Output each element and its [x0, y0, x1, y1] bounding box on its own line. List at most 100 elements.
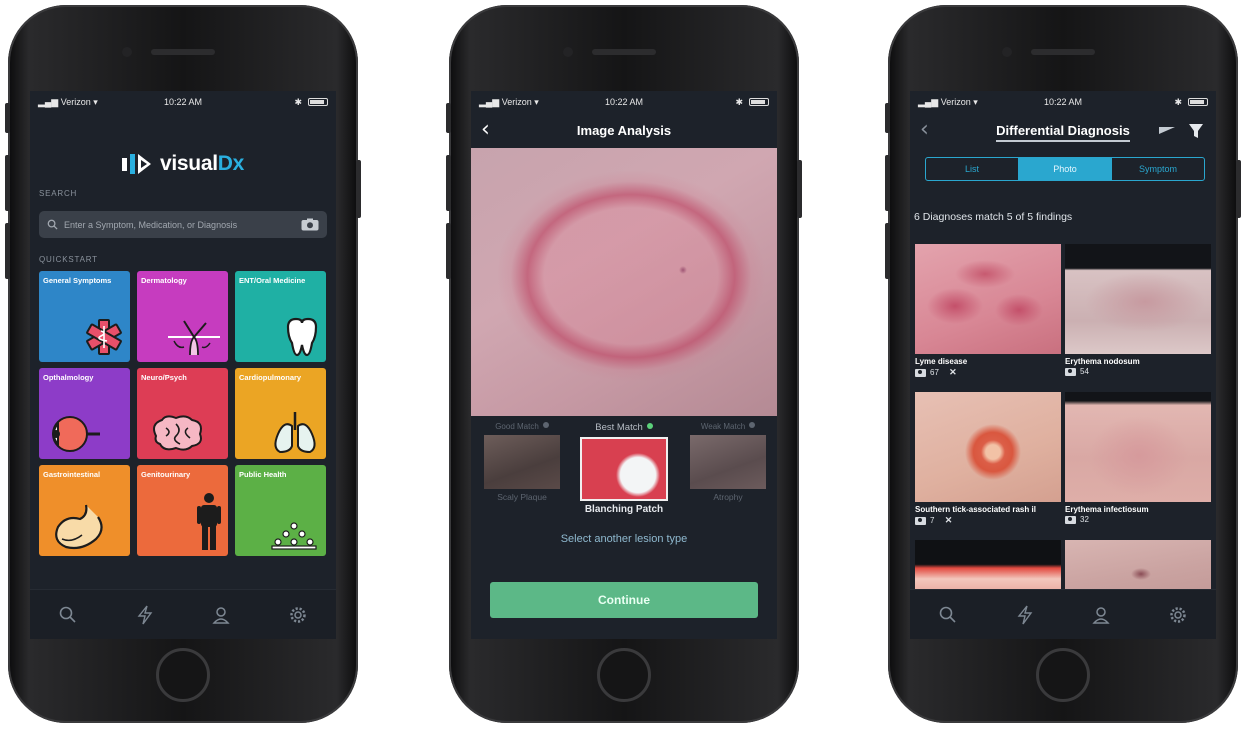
volume-up-button — [885, 155, 890, 211]
tile-public-health[interactable]: Public Health — [235, 465, 326, 556]
continue-button[interactable]: Continue — [490, 582, 758, 618]
mute-switch — [446, 103, 451, 133]
segment-list[interactable]: List — [926, 158, 1019, 180]
tile-ent-oral-medicine[interactable]: ENT/Oral Medicine — [235, 271, 326, 362]
diagnosis-photo — [915, 244, 1061, 354]
tab-search[interactable] — [30, 590, 107, 639]
lightning-icon — [137, 605, 153, 625]
status-bar: ▂▄▆ Verizon ▾ 10:22 AM ✱ — [30, 91, 336, 113]
diagnosis-card[interactable]: Southern tick-associated rash il 7 ✕ — [915, 392, 1061, 526]
tile-dermatology[interactable]: Dermatology — [137, 271, 228, 362]
battery-icon — [308, 98, 328, 106]
diagnosis-photo — [1065, 540, 1211, 594]
earpiece-speaker — [1031, 49, 1095, 55]
bluetooth-icon: ✱ — [294, 97, 302, 107]
tab-search[interactable] — [910, 590, 987, 639]
tile-neuro-psych[interactable]: Neuro/Psych — [137, 368, 228, 459]
user-icon — [1092, 607, 1110, 624]
phone-differential-diagnosis: ▂▄▆ Verizon ▾ 10:22 AM ✱ ‹ Differential … — [885, 5, 1241, 723]
status-bar: ▂▄▆ Verizon ▾ 10:22 AM ✱ — [471, 91, 777, 113]
bluetooth-icon: ✱ — [1174, 97, 1182, 107]
camera-icon[interactable] — [301, 218, 319, 231]
volume-down-button — [885, 223, 890, 279]
tab-bar — [910, 589, 1216, 639]
match-thumbnail — [484, 435, 560, 489]
diagnosis-card[interactable] — [1065, 540, 1211, 594]
battery-icon — [1188, 98, 1208, 106]
match-option-right[interactable]: Weak Match Atrophy — [688, 422, 768, 502]
tile-label: Dermatology — [141, 276, 187, 285]
tile-genitourinary[interactable]: Genitourinary — [137, 465, 228, 556]
status-bar: ▂▄▆ Verizon ▾ 10:22 AM ✱ — [910, 91, 1216, 113]
tab-settings[interactable] — [1140, 590, 1217, 639]
status-time: 10:22 AM — [604, 97, 644, 107]
tab-quickstart[interactable] — [987, 590, 1064, 639]
battery-icon — [749, 98, 769, 106]
match-thumbnail — [690, 435, 766, 489]
diagnosis-card[interactable] — [915, 540, 1061, 594]
earpiece-speaker — [592, 49, 656, 55]
diagnosis-card[interactable]: Erythema infectiosum 32 — [1065, 392, 1211, 524]
segment-photo[interactable]: Photo — [1019, 158, 1112, 180]
power-button — [797, 160, 802, 218]
match-label: Good Match — [482, 422, 562, 431]
match-indicator-dot — [749, 422, 756, 428]
search-input[interactable]: Enter a Symptom, Medication, or Diagnosi… — [39, 211, 327, 238]
match-label: Weak Match — [688, 422, 768, 431]
select-another-lesion-link[interactable]: Select another lesion type — [471, 533, 777, 545]
tab-profile[interactable] — [183, 590, 260, 639]
nav-actions — [1158, 123, 1204, 139]
tile-label: ENT/Oral Medicine — [239, 276, 306, 285]
hair-follicle-icon — [168, 320, 220, 356]
tile-cardiopulmonary[interactable]: Cardiopulmonary — [235, 368, 326, 459]
tick-borne-marker-icon: ✕ — [949, 367, 957, 377]
tab-bar — [30, 589, 336, 639]
lesion-match-carousel: Good Match Scaly Plaque Best Match Blanc… — [471, 416, 777, 528]
diagnosis-card[interactable]: Lyme disease 67 ✕ — [915, 244, 1061, 378]
filter-icon[interactable] — [1188, 123, 1204, 139]
sort-icon[interactable] — [1158, 123, 1176, 137]
power-button — [1236, 160, 1241, 218]
match-name: Scaly Plaque — [497, 492, 547, 502]
diagnosis-meta: 32 — [1065, 515, 1211, 524]
phone-quickstart: ▂▄▆ Verizon ▾ 10:22 AM ✱ visualDx SEARCH… — [5, 5, 361, 723]
tile-opthalmology[interactable]: Opthalmology — [39, 368, 130, 459]
bluetooth-icon: ✱ — [735, 97, 743, 107]
gear-icon — [1170, 607, 1186, 623]
tab-settings[interactable] — [260, 590, 337, 639]
diagnosis-card[interactable]: Erythema nodosum 54 — [1065, 244, 1211, 376]
power-button — [356, 160, 361, 218]
segment-symptom[interactable]: Symptom — [1112, 158, 1204, 180]
home-button[interactable] — [1036, 648, 1090, 702]
quickstart-section-label: QUICKSTART — [39, 255, 98, 264]
match-option-left[interactable]: Good Match Scaly Plaque — [482, 422, 562, 502]
tile-gastrointestinal[interactable]: Gastrointestinal — [39, 465, 130, 556]
population-icon — [271, 522, 317, 550]
image-count-icon — [915, 368, 926, 377]
diagnosis-name: Southern tick-associated rash il — [915, 505, 1036, 514]
match-name: Atrophy — [713, 492, 743, 502]
image-count-icon — [915, 516, 926, 525]
diagnosis-photo — [915, 392, 1061, 502]
diagnosis-photo — [915, 540, 1061, 594]
match-option-center[interactable]: Best Match Blanching Patch — [578, 422, 670, 515]
tile-general-symptoms[interactable]: General Symptoms — [39, 271, 130, 362]
home-button[interactable] — [156, 648, 210, 702]
diagnosis-name: Erythema infectiosum — [1065, 505, 1149, 514]
tile-label: Public Health — [239, 470, 287, 479]
tick-borne-marker-icon: ✕ — [944, 515, 953, 525]
tab-quickstart[interactable] — [107, 590, 184, 639]
tile-label: Opthalmology — [43, 373, 94, 382]
volume-down-button — [5, 223, 10, 279]
screen-home: ▂▄▆ Verizon ▾ 10:22 AM ✱ visualDx SEARCH… — [30, 91, 336, 639]
search-section-label: SEARCH — [39, 189, 78, 198]
front-camera — [122, 47, 132, 57]
app-wordmark: visualDx — [160, 152, 244, 175]
home-button[interactable] — [597, 648, 651, 702]
mute-switch — [5, 103, 10, 133]
diagnosis-photo — [1065, 392, 1211, 502]
match-indicator-dot — [646, 423, 653, 429]
tab-profile[interactable] — [1063, 590, 1140, 639]
human-figure-icon — [197, 493, 221, 550]
match-indicator-dot — [542, 422, 549, 428]
